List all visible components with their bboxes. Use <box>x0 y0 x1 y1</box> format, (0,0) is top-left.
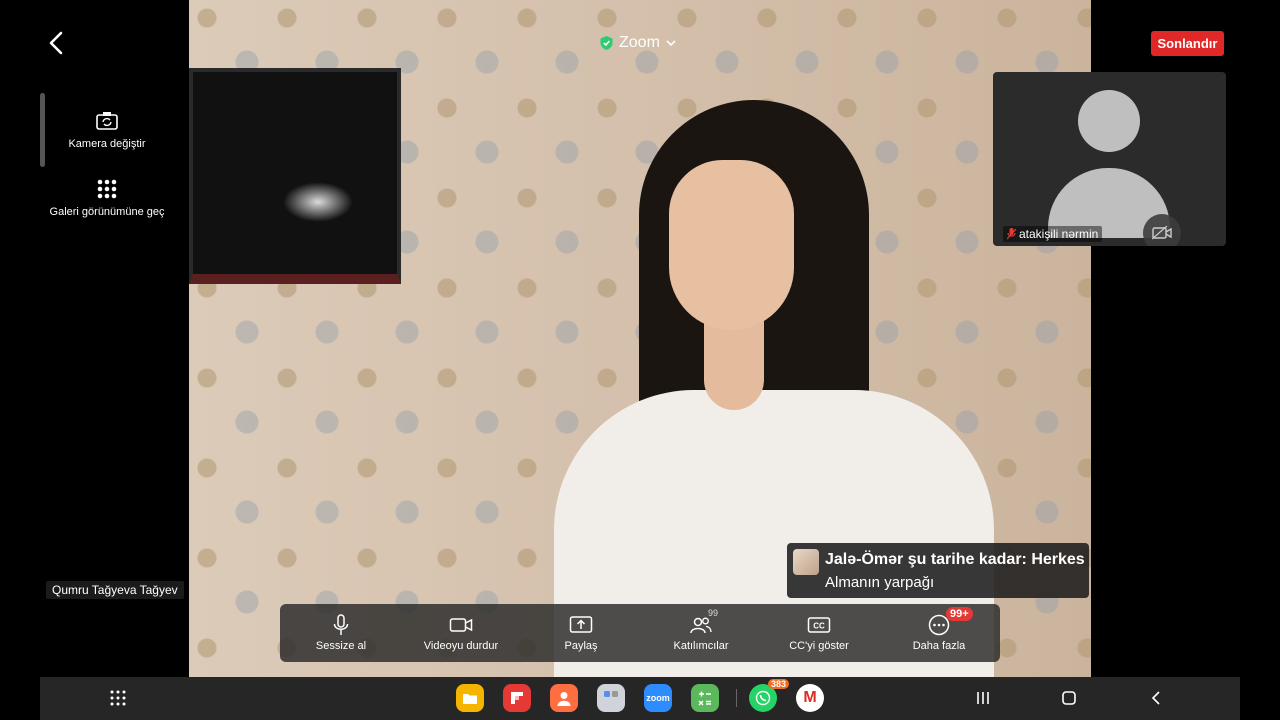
stop-video-label: Videoyu durdur <box>423 640 499 652</box>
chat-notification[interactable]: Jalə-Ömər şu tarihe kadar: Herkes Almanı… <box>787 543 1089 598</box>
side-panel-handle[interactable] <box>40 93 45 167</box>
contacts-app-icon[interactable] <box>550 684 578 712</box>
meeting-controls-bar: Sessize al Videoyu durdur Paylaş 99 Katı… <box>280 604 1000 662</box>
android-navigation-bar: zoom 383 M <box>40 677 1240 720</box>
app-folder-icon[interactable] <box>597 684 625 712</box>
gallery-view-label: Galeri görünümüne geç <box>49 206 165 218</box>
contact-person-icon <box>557 691 571 706</box>
back-chevron-icon <box>1151 691 1160 705</box>
recents-icon <box>977 692 989 704</box>
gallery-view-button[interactable]: Galeri görünümüne geç <box>48 178 166 218</box>
stop-video-button[interactable]: Videoyu durdur <box>406 614 516 652</box>
share-label: Paylaş <box>564 640 598 652</box>
participants-button[interactable]: 99 Katılımcılar <box>646 608 756 652</box>
avatar-head <box>1078 90 1140 152</box>
zoom-app-label: zoom <box>646 693 670 703</box>
apps-grid-icon <box>110 690 126 706</box>
zoom-app-icon[interactable]: zoom <box>644 684 672 712</box>
chevron-down-icon <box>666 40 676 47</box>
shield-check-icon <box>600 36 613 50</box>
whatsapp-app-icon[interactable]: 383 <box>749 679 789 712</box>
back-button[interactable] <box>42 28 72 58</box>
speaker-name-label: Qumru Tağyeva Tağyev <box>46 581 184 599</box>
participant-name-tag: atakişili nərmin <box>1003 226 1103 242</box>
app-drawer-button[interactable] <box>108 688 128 708</box>
chat-message: Almanın yarpağı <box>825 574 935 591</box>
meeting-title: Zoom <box>619 34 660 51</box>
end-meeting-button[interactable]: Sonlandır <box>1151 31 1224 56</box>
flipboard-app-icon[interactable] <box>503 684 531 712</box>
svg-text:CC: CC <box>813 622 825 631</box>
mute-button[interactable]: Sessize al <box>286 614 396 652</box>
more-label: Daha fazla <box>912 640 966 652</box>
gmail-app-icon[interactable]: M <box>796 684 824 712</box>
notification-badge: 99+ <box>946 607 973 621</box>
mute-label: Sessize al <box>315 640 367 652</box>
home-square-icon <box>1062 691 1076 705</box>
whatsapp-phone-icon <box>755 690 771 706</box>
whatsapp-badge: 383 <box>767 679 789 689</box>
share-button[interactable]: Paylaş <box>526 614 636 652</box>
switch-camera-button[interactable]: Kamera değiştir <box>48 110 166 150</box>
participants-count: 99 <box>708 608 719 618</box>
flipboard-icon <box>511 692 523 704</box>
system-back-button[interactable] <box>1146 688 1166 708</box>
participants-label: Katılımcılar <box>673 640 729 652</box>
chevron-left-icon <box>49 31 63 55</box>
dock-separator <box>736 689 737 707</box>
calculator-app-icon[interactable] <box>691 684 719 712</box>
share-screen-icon <box>569 616 593 633</box>
folder-icon <box>463 693 477 704</box>
sender-avatar <box>793 549 819 575</box>
camera-off-icon <box>1152 226 1172 240</box>
meeting-title-button[interactable]: Zoom <box>600 34 676 52</box>
camera-switch-icon <box>96 112 118 130</box>
chat-sender: Jalə-Ömər şu tarihe kadar: Herkes <box>825 551 1085 568</box>
microphone-icon <box>333 614 349 635</box>
recent-apps-button[interactable] <box>973 688 993 708</box>
background-tv <box>189 68 401 284</box>
switch-camera-label: Kamera değiştir <box>68 138 146 150</box>
home-button[interactable] <box>1059 688 1079 708</box>
folder-grid-icon <box>604 691 618 697</box>
participant-thumbnail[interactable]: atakişili nərmin <box>993 72 1226 246</box>
grid-icon <box>97 179 117 199</box>
video-camera-icon <box>449 618 473 632</box>
thumbnail-video-button[interactable] <box>1143 214 1181 246</box>
participant-name: atakişili nərmin <box>1019 227 1099 241</box>
closed-captions-icon: CC <box>807 617 831 633</box>
mic-off-icon <box>1007 228 1016 240</box>
files-app-icon[interactable] <box>456 684 484 712</box>
captions-label: CC'yi göster <box>789 640 849 652</box>
captions-button[interactable]: CC CC'yi göster <box>764 614 874 652</box>
tv-glare <box>283 182 353 222</box>
gmail-letter: M <box>803 689 817 706</box>
more-button[interactable]: 99+ Daha fazla <box>884 607 994 652</box>
calculator-icon <box>698 691 711 706</box>
top-bar: Zoom Sonlandır <box>0 0 1280 66</box>
